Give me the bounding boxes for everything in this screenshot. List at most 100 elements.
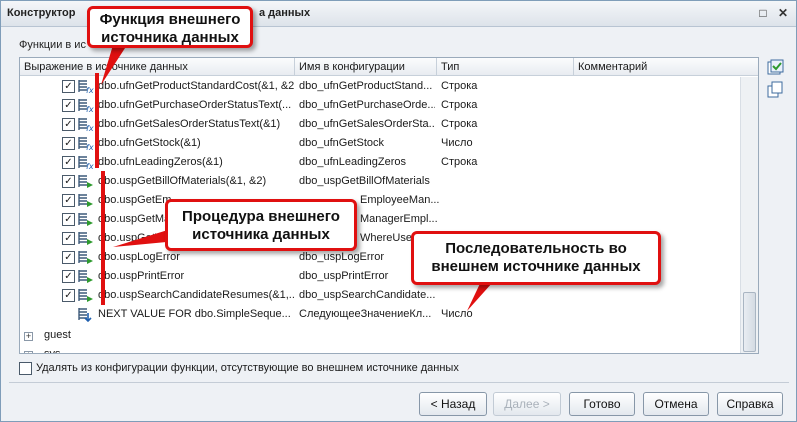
callout-sequence: Последовательность во внешнем источнике … <box>411 231 661 285</box>
callout-function-text: Функция внешнего источника данных <box>99 11 241 46</box>
cell-type: Строка <box>441 156 478 168</box>
function-icon: fx <box>78 118 94 132</box>
table-row[interactable]: ✓ dbo.uspSearchCandidateResumes(&1,... dbo… <box>20 286 740 305</box>
cell-config-name: dbo_uspSearchCandidate... <box>299 289 435 301</box>
function-icon: fx <box>78 137 94 151</box>
cell-expression: dbo.uspSearchCandidateResumes(&1,... <box>98 289 294 301</box>
cell-type: Число <box>441 308 473 320</box>
divider <box>9 382 789 383</box>
svg-text:fx: fx <box>86 124 94 132</box>
constructor-window: Конструктор а данных □ ✕ Функции в ис Вы… <box>0 0 797 422</box>
row-checkbox[interactable]: ✓ <box>62 194 75 207</box>
cell-type <box>441 286 571 305</box>
tree-node-label: guest <box>44 329 71 341</box>
procedure-icon <box>78 251 93 264</box>
cell-expression: dbo.ufnGetPurchaseOrderStatusText(... <box>98 99 292 111</box>
done-button[interactable]: Готово <box>569 392 635 416</box>
cell-type <box>441 191 571 210</box>
cell-type: Строка <box>441 80 478 92</box>
table-header: Выражение в источнике данных Имя в конфи… <box>20 58 758 76</box>
row-checkbox[interactable]: ✓ <box>62 118 75 131</box>
window-title: Конструктор а данных <box>7 7 310 19</box>
cell-expression: dbo.uspGetBillOfMaterials(&1, &2) <box>98 175 267 187</box>
callout-procedure-text: Процедура внешнего источника данных <box>182 208 340 243</box>
row-checkbox[interactable]: ✓ <box>62 137 75 150</box>
cell-expression: dbo.ufnGetStock(&1) <box>98 137 201 149</box>
expand-icon[interactable]: + <box>24 332 33 341</box>
column-header-comment[interactable]: Комментарий <box>574 58 758 76</box>
table-row[interactable]: ✓ fx dbo.ufnGetPurchaseOrderStatusText(...… <box>20 96 740 115</box>
window-title-left: Конструктор <box>7 7 76 19</box>
table-row[interactable]: ✓ dbo.uspGetEm EmployeeMan... <box>20 191 740 210</box>
callout-procedure: Процедура внешнего источника данных <box>165 199 357 251</box>
function-marker-bar <box>95 73 99 168</box>
window-title-right: а данных <box>259 7 311 19</box>
cell-config-name: dbo_ufnGetSalesOrderSta... <box>299 118 435 130</box>
cell-config-name: dbo_ufnGetStock <box>299 137 385 149</box>
column-header-expression[interactable]: Выражение в источнике данных <box>20 58 295 76</box>
svg-text:fx: fx <box>86 105 94 113</box>
table-row[interactable]: ✓ fx dbo.ufnLeadingZeros(&1) dbo_ufnLeading… <box>20 153 740 172</box>
cell-config-name: dbo_uspGetBillOfMaterials <box>299 175 430 187</box>
svg-text:fx: fx <box>86 143 94 151</box>
procedure-marker-bar <box>101 171 105 305</box>
cell-type <box>441 210 571 229</box>
cell-type: Строка <box>441 118 478 130</box>
back-button[interactable]: < Назад <box>419 392 487 416</box>
next-button[interactable]: Далее > <box>493 392 561 416</box>
table-row[interactable]: ✓ dbo.uspGetBillOfMaterials(&1, &2) dbo_us… <box>20 172 740 191</box>
copy-icon[interactable] <box>767 81 785 99</box>
help-button[interactable]: Справка <box>717 392 783 416</box>
row-checkbox[interactable]: ✓ <box>62 213 75 226</box>
cell-expression: dbo.ufnLeadingZeros(&1) <box>98 156 223 168</box>
procedure-icon <box>78 194 93 207</box>
expand-icon[interactable]: + <box>24 351 33 353</box>
cancel-button[interactable]: Отмена <box>643 392 709 416</box>
row-checkbox[interactable]: ✓ <box>62 80 75 93</box>
svg-text:fx: fx <box>86 86 94 94</box>
sequence-icon <box>78 308 92 322</box>
callout-sequence-text: Последовательность во внешнем источнике … <box>431 240 641 275</box>
table-row[interactable]: ✓ fx dbo.ufnGetStock(&1) dbo_ufnGetStock Чис… <box>20 134 740 153</box>
vertical-scrollbar[interactable] <box>740 77 758 353</box>
row-checkbox[interactable]: ✓ <box>62 251 75 264</box>
table-row[interactable]: ✓ fx dbo.ufnGetProductStandardCost(&1, &2)… <box>20 77 740 96</box>
procedure-icon <box>78 213 93 226</box>
functions-section-label: Функции в ис <box>19 39 86 51</box>
procedure-icon <box>78 232 93 245</box>
row-checkbox[interactable]: ✓ <box>62 270 75 283</box>
delete-missing-functions-label: Удалять из конфигурации функции, отсутст… <box>36 362 459 374</box>
callout-function: Функция внешнего источника данных <box>87 6 253 48</box>
procedure-icon <box>78 175 93 188</box>
cell-config-name: СледующееЗначениеКл... <box>299 308 432 320</box>
column-header-type[interactable]: Тип <box>437 58 574 76</box>
functions-table[interactable]: Выражение в источнике данных Имя в конфи… <box>19 57 759 354</box>
cell-expression: dbo.uspPrintError <box>98 270 185 282</box>
table-row[interactable]: ✓ dbo.uspGetMa ManagerEmpl... <box>20 210 740 229</box>
maximize-button[interactable]: □ <box>755 5 771 21</box>
delete-missing-functions-checkbox[interactable] <box>19 362 32 375</box>
scrollbar-thumb[interactable] <box>743 292 756 352</box>
procedure-icon <box>78 270 93 283</box>
svg-text:fx: fx <box>86 162 94 170</box>
check-all-icon[interactable] <box>767 59 785 77</box>
column-header-config-name[interactable]: Имя в конфигурации <box>295 58 437 76</box>
table-row[interactable]: ✓ fx dbo.ufnGetSalesOrderStatusText(&1) dbo… <box>20 115 740 134</box>
cell-config-name: dbo_ufnLeadingZeros <box>299 156 407 168</box>
table-row[interactable]: NEXT VALUE FOR dbo.SimpleSeque... Следующ… <box>20 305 740 324</box>
function-icon: fx <box>78 156 94 170</box>
close-button[interactable]: ✕ <box>775 5 791 21</box>
row-checkbox[interactable]: ✓ <box>62 289 75 302</box>
function-icon: fx <box>78 99 94 113</box>
cell-expression: dbo.ufnGetProductStandardCost(&1, &2) <box>98 80 294 92</box>
cell-expression: dbo.ufnGetSalesOrderStatusText(&1) <box>98 118 281 130</box>
procedure-icon <box>78 289 93 302</box>
row-checkbox[interactable]: ✓ <box>62 232 75 245</box>
function-icon: fx <box>78 80 94 94</box>
row-checkbox[interactable]: ✓ <box>62 156 75 169</box>
row-checkbox[interactable]: ✓ <box>62 175 75 188</box>
cell-type <box>441 172 571 191</box>
cell-config-name: dbo_ufnGetProductStand... <box>299 80 433 92</box>
row-checkbox[interactable]: ✓ <box>62 99 75 112</box>
cell-type: Строка <box>441 99 478 111</box>
